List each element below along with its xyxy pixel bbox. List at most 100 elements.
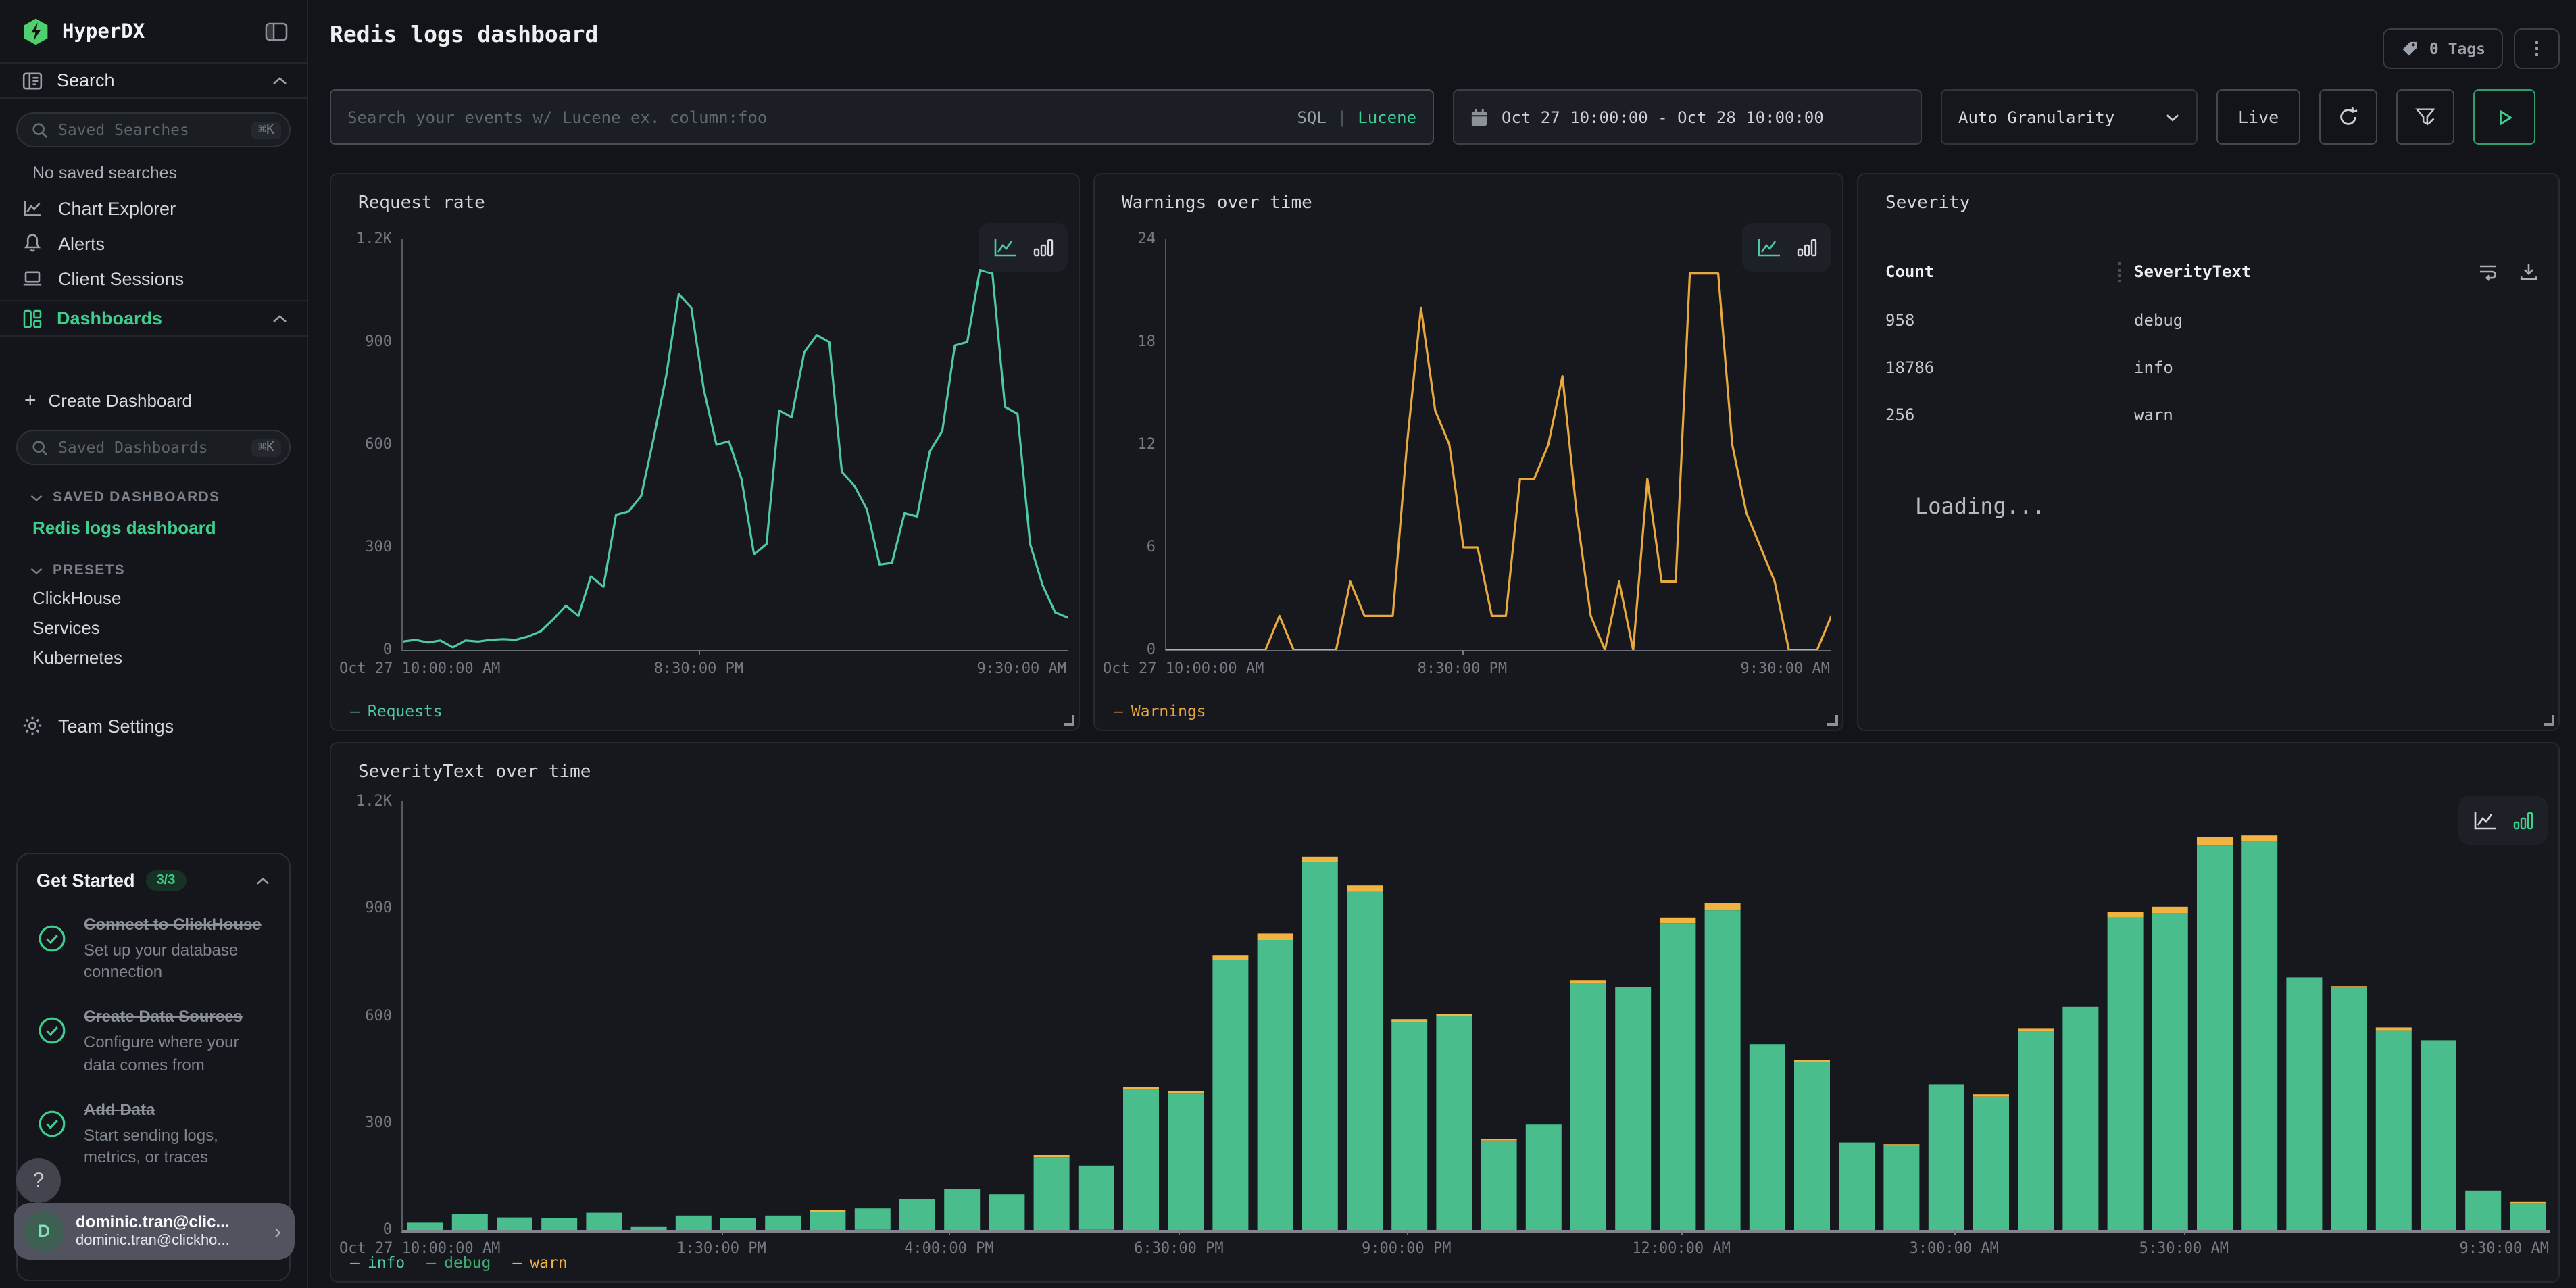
task-add-data[interactable]: Add Data Start sending logs, metrics, or… <box>36 1097 270 1168</box>
panel-request-rate: Request rate 03006009001.2KOct 27 10:00:… <box>330 173 1080 731</box>
sidebar-item-chart-explorer[interactable]: Chart Explorer <box>0 191 307 226</box>
wrap-text-icon[interactable] <box>2477 261 2499 282</box>
calendar-icon <box>1470 107 1488 126</box>
search-icon <box>31 121 49 139</box>
column-header-severitytext[interactable]: SeverityText <box>2134 262 2251 281</box>
search-icon <box>31 439 49 456</box>
legend-item-warnings[interactable]: — Warnings <box>1114 701 1206 720</box>
shortcut-badge: ⌘K <box>251 439 281 456</box>
live-button[interactable]: Live <box>2216 89 2300 145</box>
sidebar-item-client-sessions[interactable]: Client Sessions <box>0 261 307 296</box>
severity-table: Count SeverityText 958debug 18786info 256w… <box>1885 261 2540 424</box>
toolbar: Search your events w/ Lucene ex. column:… <box>330 89 2560 145</box>
saved-searches-input[interactable]: Saved Searches ⌘K <box>16 112 291 147</box>
get-started-progress-badge: 3/3 <box>146 870 187 891</box>
no-saved-searches-note: No saved searches <box>0 147 307 191</box>
bar-chart-icon[interactable] <box>1033 237 1054 258</box>
search-input[interactable]: Search your events w/ Lucene ex. column:… <box>330 89 1434 145</box>
plot-area[interactable] <box>401 801 2550 1233</box>
kebab-icon: ⋮ <box>2528 39 2546 59</box>
run-query-button[interactable] <box>2473 89 2535 145</box>
chart-type-toggle <box>1742 223 1831 272</box>
bell-icon <box>22 232 43 254</box>
sidebar-item-team-settings[interactable]: Team Settings <box>0 708 307 743</box>
plot-area[interactable] <box>401 239 1068 651</box>
saved-dashboards-input[interactable]: Saved Dashboards ⌘K <box>16 430 291 465</box>
lucene-toggle[interactable]: Lucene <box>1358 107 1416 126</box>
sidebar-item-alerts[interactable]: Alerts <box>0 226 307 261</box>
dashboards-label: Dashboards <box>57 308 258 328</box>
saved-dashboards-header[interactable]: SAVED DASHBOARDS <box>0 465 307 505</box>
loading-indicator: Loading... <box>1915 493 2046 519</box>
play-icon <box>2494 106 2515 128</box>
download-icon[interactable] <box>2518 261 2540 282</box>
filter-edit-icon <box>2414 105 2437 128</box>
create-dashboard-button[interactable]: + Create Dashboard <box>0 337 307 411</box>
line-chart-icon[interactable] <box>992 237 1019 258</box>
filter-button[interactable] <box>2396 89 2454 145</box>
chart-legend: — Warnings <box>1114 701 1206 720</box>
legend-item-requests[interactable]: — Requests <box>350 701 443 720</box>
sidebar-section-dashboards[interactable]: Dashboards <box>0 300 307 337</box>
alerts-label: Alerts <box>58 233 105 253</box>
logo-row: HyperDX <box>0 0 307 62</box>
line-chart-icon[interactable] <box>2472 810 2499 831</box>
main-content: Redis logs dashboard 0 Tags ⋮ Search you… <box>308 0 2576 1288</box>
panel-warnings: Warnings over time 06121824Oct 27 10:00:… <box>1093 173 1843 731</box>
legend-item-info[interactable]: — info <box>350 1253 405 1272</box>
date-range-value: Oct 27 10:00:00 - Oct 28 10:00:00 <box>1502 107 1824 126</box>
query-language-toggle: SQL | Lucene <box>1297 91 1416 143</box>
avatar: D <box>24 1212 64 1251</box>
tag-icon <box>2401 39 2420 58</box>
user-menu[interactable]: D dominic.tran@clic... dominic.tran@clic… <box>14 1203 295 1260</box>
chart-explorer-icon <box>22 197 43 219</box>
date-range-picker[interactable]: Oct 27 10:00:00 - Oct 28 10:00:00 <box>1453 89 1922 145</box>
bar-chart-severitytext[interactable]: 03006009001.2KOct 27 10:00:00 AM1:30:00 … <box>331 743 2558 1281</box>
saved-searches-placeholder: Saved Searches <box>58 120 242 139</box>
chevron-right-icon: › <box>274 1220 281 1243</box>
column-resize-handle[interactable] <box>2118 262 2121 282</box>
sidebar-section-search[interactable]: Search <box>0 62 307 99</box>
granularity-select[interactable]: Auto Granularity <box>1941 89 2198 145</box>
line-chart-requests[interactable]: 03006009001.2KOct 27 10:00:00 AM8:30:00 … <box>331 174 1079 730</box>
tags-button[interactable]: 0 Tags <box>2383 28 2503 69</box>
user-name: dominic.tran@clic... <box>76 1212 230 1232</box>
plot-area[interactable] <box>1165 239 1831 651</box>
sidebar-item-redis-dashboard[interactable]: Redis logs dashboard <box>0 505 307 538</box>
bar-chart-icon[interactable] <box>1796 237 1818 258</box>
severity-table-rows: 958debug 18786info 256warn <box>1885 311 2540 424</box>
table-row[interactable]: 958debug <box>1885 311 2540 330</box>
column-header-count[interactable]: Count <box>1885 262 2118 281</box>
refresh-button[interactable] <box>2319 89 2377 145</box>
legend-item-warn[interactable]: — warn <box>512 1253 567 1272</box>
chevron-up-icon[interactable] <box>255 875 270 886</box>
refresh-icon <box>2337 105 2360 128</box>
team-settings-label: Team Settings <box>58 716 174 736</box>
severity-table-header: Count SeverityText <box>1885 261 2540 282</box>
check-circle-icon <box>36 1005 68 1076</box>
chart-title: Severity <box>1885 193 1970 214</box>
task-connect-clickhouse[interactable]: Connect to ClickHouse Set up your databa… <box>36 912 270 983</box>
table-row[interactable]: 256warn <box>1885 405 2540 424</box>
bar-chart-icon[interactable] <box>2512 810 2534 831</box>
sql-toggle[interactable]: SQL <box>1297 107 1326 126</box>
sidebar-item-clickhouse[interactable]: ClickHouse <box>0 578 307 608</box>
collapse-sidebar-icon[interactable] <box>265 22 288 42</box>
line-chart-warnings[interactable]: 06121824Oct 27 10:00:00 AM8:30:00 PM9:30… <box>1095 174 1842 730</box>
sidebar-item-kubernetes[interactable]: Kubernetes <box>0 638 307 668</box>
presets-header[interactable]: PRESETS <box>0 538 307 578</box>
saved-dashboards-placeholder: Saved Dashboards <box>58 438 242 457</box>
task-create-data-sources[interactable]: Create Data Sources Configure where your… <box>36 1005 270 1076</box>
table-row[interactable]: 18786info <box>1885 358 2540 377</box>
dashboard-menu-button[interactable]: ⋮ <box>2514 28 2560 69</box>
chevron-up-icon <box>272 75 288 86</box>
chart-explorer-label: Chart Explorer <box>58 198 176 218</box>
hyperdx-logo-icon <box>22 18 50 46</box>
plus-icon: + <box>24 393 36 409</box>
panel-severity: Severity Count SeverityText 958debug 1878… <box>1857 173 2560 731</box>
help-button[interactable]: ? <box>16 1158 61 1203</box>
sidebar-item-services[interactable]: Services <box>0 608 307 638</box>
line-chart-icon[interactable] <box>1756 237 1783 258</box>
gear-icon <box>22 715 43 737</box>
legend-item-debug[interactable]: — debug <box>426 1253 491 1272</box>
